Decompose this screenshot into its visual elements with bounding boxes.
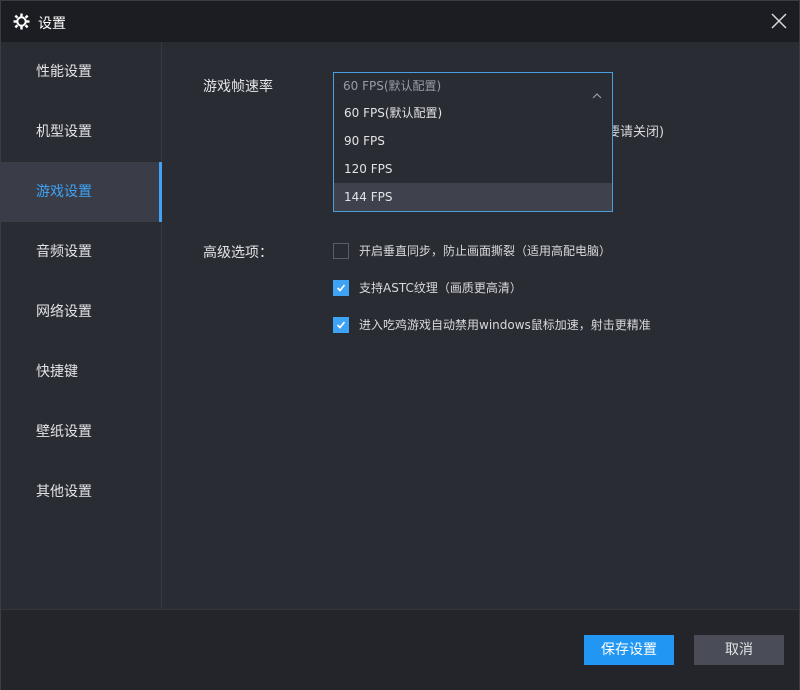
title-bar: 设置: [1, 1, 799, 42]
vsync-label: 开启垂直同步，防止画面撕裂（适用高配电脑）: [359, 244, 612, 258]
cancel-button[interactable]: 取消: [694, 635, 784, 665]
astc-checkbox[interactable]: [333, 279, 349, 296]
dialog-footer: 保存设置 取消: [1, 609, 799, 690]
sidebar-item-game[interactable]: 游戏设置: [1, 162, 162, 222]
sidebar-item-wallpaper[interactable]: 壁纸设置: [1, 402, 161, 462]
fps-option[interactable]: 60 FPS(默认配置): [334, 99, 612, 127]
vsync-checkbox[interactable]: [333, 242, 349, 259]
vsync-option[interactable]: 开启垂直同步，防止画面撕裂（适用高配电脑）: [333, 242, 611, 259]
game-settings-panel: 游戏帧速率 60 FPS(默认配置) 60 FPS(默认配置) 90 FPS 1…: [163, 42, 799, 609]
astc-label: 支持ASTC纹理（画质更高清）: [359, 281, 522, 295]
fps-option[interactable]: 90 FPS: [334, 127, 612, 155]
settings-window: 设置 性能设置 机型设置 游戏设置 音频设置 网络设置 快捷键 壁纸设置 其他设…: [0, 0, 800, 690]
sidebar-item-network[interactable]: 网络设置: [1, 282, 161, 342]
close-icon[interactable]: [769, 11, 789, 31]
window-title: 设置: [38, 16, 66, 32]
fps-option[interactable]: 144 FPS: [334, 183, 612, 211]
settings-sidebar: 性能设置 机型设置 游戏设置 音频设置 网络设置 快捷键 壁纸设置 其他设置: [1, 42, 162, 609]
obscured-hint-text: 要请关闭): [607, 125, 665, 140]
sidebar-item-performance[interactable]: 性能设置: [1, 42, 161, 102]
sidebar-item-device-model[interactable]: 机型设置: [1, 102, 161, 162]
check-icon: [336, 283, 346, 292]
sidebar-item-shortcuts[interactable]: 快捷键: [1, 342, 161, 402]
save-button[interactable]: 保存设置: [584, 635, 674, 665]
gear-icon: [13, 13, 30, 30]
sidebar-item-audio[interactable]: 音频设置: [1, 222, 161, 282]
fps-select[interactable]: 60 FPS(默认配置): [333, 72, 613, 100]
fps-dropdown-menu: 60 FPS(默认配置) 90 FPS 120 FPS 144 FPS: [333, 99, 613, 212]
fps-label: 游戏帧速率: [203, 79, 273, 95]
chevron-up-icon: [592, 82, 602, 99]
fps-option[interactable]: 120 FPS: [334, 155, 612, 183]
fps-selected-value: 60 FPS(默认配置): [343, 79, 442, 93]
sidebar-item-other[interactable]: 其他设置: [1, 462, 161, 522]
mouse-accel-label: 进入吃鸡游戏自动禁用windows鼠标加速，射击更精准: [359, 318, 651, 332]
astc-option[interactable]: 支持ASTC纹理（画质更高清）: [333, 279, 522, 296]
advanced-options-label: 高级选项：: [203, 245, 273, 261]
mouse-accel-option[interactable]: 进入吃鸡游戏自动禁用windows鼠标加速，射击更精准: [333, 316, 651, 333]
check-icon: [336, 320, 346, 329]
mouse-accel-checkbox[interactable]: [333, 316, 349, 333]
